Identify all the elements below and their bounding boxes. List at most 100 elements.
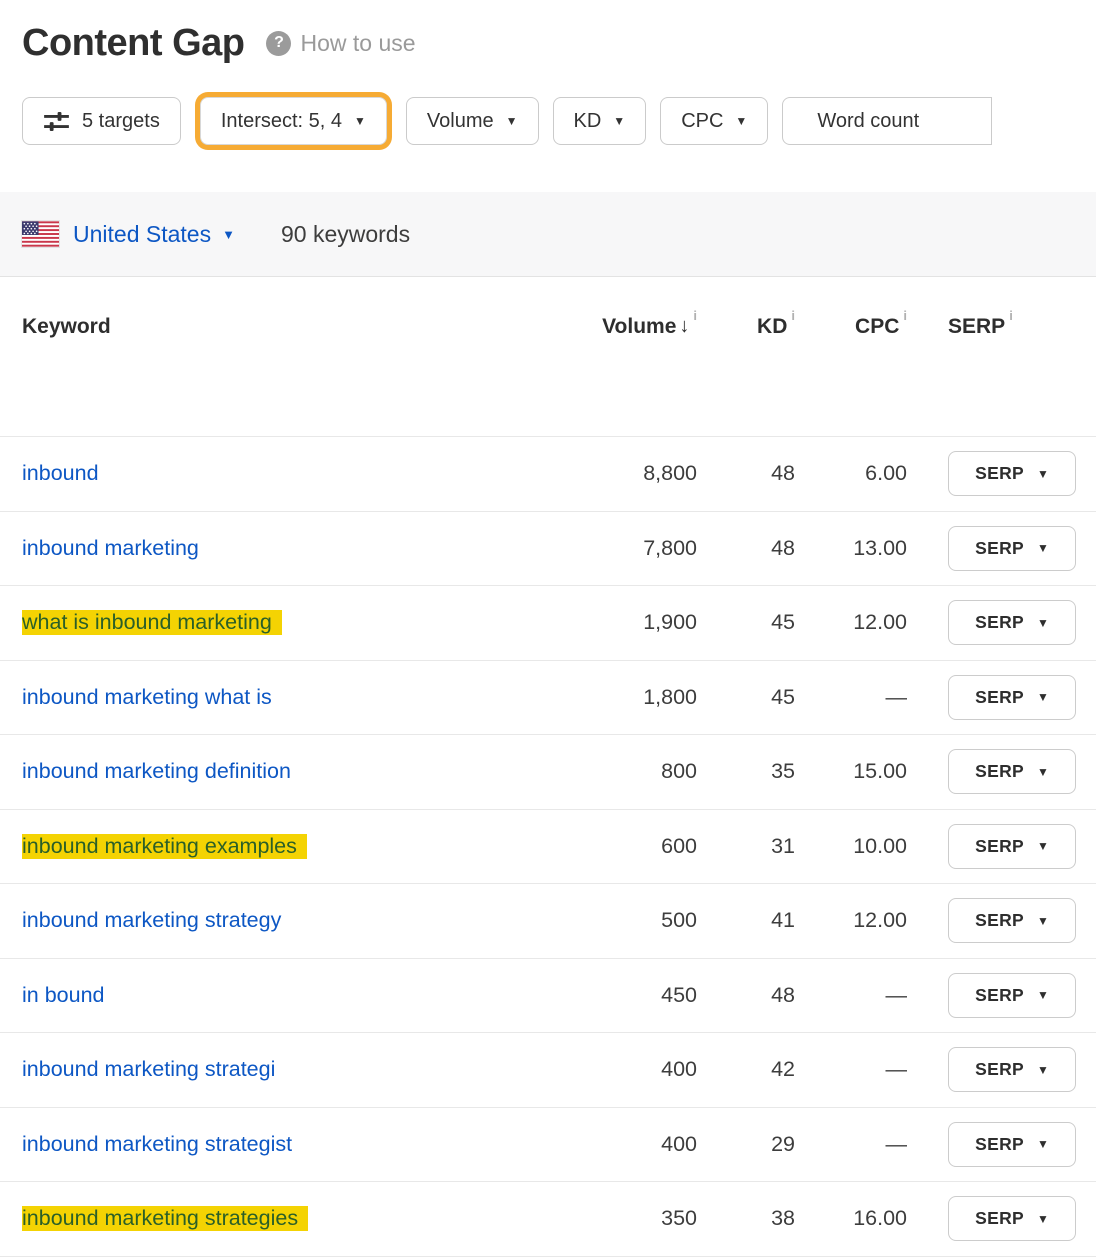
serp-button-label: SERP [975,612,1024,633]
kd-cell: 48 [697,536,795,561]
serp-button-label: SERP [975,836,1024,857]
word-count-filter-dropdown[interactable]: Word count [782,97,992,145]
column-header-volume-label: Volume [602,315,676,339]
serp-dropdown-button[interactable]: SERP ▼ [948,973,1076,1018]
serp-button-label: SERP [975,463,1024,484]
table-header: Keyword Volume ↓ i KD i CPC i SERP i [0,277,1096,437]
table-row: inbound marketing what is 1,800 45 — SER… [0,661,1096,736]
volume-cell: 7,800 [577,536,697,561]
serp-cell: SERP ▼ [907,1196,1096,1241]
volume-filter-label: Volume [427,110,494,133]
keyword-link[interactable]: inbound [22,461,99,485]
serp-dropdown-button[interactable]: SERP ▼ [948,451,1076,496]
table-row: inbound marketing 7,800 48 13.00 SERP ▼ [0,512,1096,587]
chevron-down-icon: ▼ [1037,616,1049,630]
serp-button-label: SERP [975,985,1024,1006]
us-flag-icon [22,221,59,247]
table-row: inbound marketing strategi 400 42 — SERP… [0,1033,1096,1108]
table-row: inbound marketing strategy 500 41 12.00 … [0,884,1096,959]
kd-cell: 48 [697,461,795,486]
serp-dropdown-button[interactable]: SERP ▼ [948,1122,1076,1167]
serp-dropdown-button[interactable]: SERP ▼ [948,1047,1076,1092]
kd-cell: 48 [697,983,795,1008]
chevron-down-icon: ▼ [735,114,747,128]
keyword-cell: inbound marketing strategist [22,1132,577,1157]
serp-button-label: SERP [975,538,1024,559]
cpc-info-icon[interactable]: i [903,308,907,323]
column-header-keyword-label: Keyword [22,315,111,339]
table-row: inbound marketing examples 600 31 10.00 … [0,810,1096,885]
cpc-cell: 10.00 [795,834,907,859]
cpc-cell: 16.00 [795,1206,907,1231]
serp-dropdown-button[interactable]: SERP ▼ [948,526,1076,571]
kd-cell: 45 [697,610,795,635]
chevron-down-icon: ▼ [1037,839,1049,853]
serp-button-label: SERP [975,1208,1024,1229]
keyword-link[interactable]: what is inbound marketing [22,610,282,635]
keyword-cell: inbound marketing strategy [22,908,577,933]
kd-info-icon[interactable]: i [791,308,795,323]
serp-cell: SERP ▼ [907,973,1096,1018]
country-selector-dropdown[interactable]: United States ▼ [73,221,235,248]
targets-button[interactable]: 5 targets [22,97,181,145]
serp-dropdown-button[interactable]: SERP ▼ [948,1196,1076,1241]
volume-info-icon[interactable]: i [693,308,697,323]
keyword-cell: inbound marketing strategi [22,1057,577,1082]
keyword-link[interactable]: inbound marketing [22,536,199,560]
serp-button-label: SERP [975,1059,1024,1080]
cpc-filter-dropdown[interactable]: CPC ▼ [660,97,768,145]
keyword-link[interactable]: inbound marketing strategies [22,1206,308,1231]
content-gap-page: Content Gap ? How to use 5 targets Inter… [0,0,1096,1260]
volume-cell: 400 [577,1057,697,1082]
how-to-use-link[interactable]: ? How to use [266,30,415,57]
kd-cell: 29 [697,1132,795,1157]
volume-filter-dropdown[interactable]: Volume ▼ [406,97,539,145]
keyword-link[interactable]: inbound marketing strategist [22,1132,292,1156]
serp-dropdown-button[interactable]: SERP ▼ [948,824,1076,869]
kd-filter-dropdown[interactable]: KD ▼ [553,97,647,145]
chevron-down-icon: ▼ [506,114,518,128]
sliders-icon [43,108,70,135]
serp-dropdown-button[interactable]: SERP ▼ [948,898,1076,943]
keyword-link[interactable]: inbound marketing definition [22,759,291,783]
volume-cell: 600 [577,834,697,859]
chevron-down-icon: ▼ [613,114,625,128]
volume-cell: 350 [577,1206,697,1231]
volume-cell: 8,800 [577,461,697,486]
table-row: inbound marketing definition 800 35 15.0… [0,735,1096,810]
chevron-down-icon: ▼ [1037,1212,1049,1226]
cpc-cell: — [795,685,907,710]
serp-button-label: SERP [975,910,1024,931]
keyword-link[interactable]: inbound marketing examples [22,834,307,859]
serp-info-icon[interactable]: i [1009,308,1013,323]
keyword-link[interactable]: inbound marketing what is [22,685,272,709]
column-header-serp-label: SERP [948,315,1005,339]
serp-button-label: SERP [975,1134,1024,1155]
intersect-dropdown[interactable]: Intersect: 5, 4 ▼ [200,97,387,145]
volume-cell: 400 [577,1132,697,1157]
keyword-cell: in bound [22,983,577,1008]
serp-button-label: SERP [975,761,1024,782]
intersect-highlight-ring: Intersect: 5, 4 ▼ [195,92,392,150]
chevron-down-icon: ▼ [1037,690,1049,704]
column-header-kd[interactable]: KD i [697,315,795,339]
serp-dropdown-button[interactable]: SERP ▼ [948,600,1076,645]
keyword-cell: inbound marketing examples [22,834,577,859]
cpc-cell: 12.00 [795,908,907,933]
serp-dropdown-button[interactable]: SERP ▼ [948,749,1076,794]
volume-cell: 450 [577,983,697,1008]
keyword-link[interactable]: inbound marketing strategy [22,908,281,932]
column-header-volume[interactable]: Volume ↓ i [577,315,697,339]
column-header-cpc-label: CPC [855,315,899,339]
serp-cell: SERP ▼ [907,451,1096,496]
serp-dropdown-button[interactable]: SERP ▼ [948,675,1076,720]
targets-button-label: 5 targets [82,110,160,133]
kd-cell: 31 [697,834,795,859]
serp-cell: SERP ▼ [907,1122,1096,1167]
column-header-cpc[interactable]: CPC i [795,315,907,339]
sort-desc-arrow-icon: ↓ [679,315,689,338]
page-header: Content Gap ? How to use [0,0,1096,68]
keyword-link[interactable]: inbound marketing strategi [22,1057,275,1081]
table-row: inbound marketing strategist 400 29 — SE… [0,1108,1096,1183]
keyword-link[interactable]: in bound [22,983,105,1007]
